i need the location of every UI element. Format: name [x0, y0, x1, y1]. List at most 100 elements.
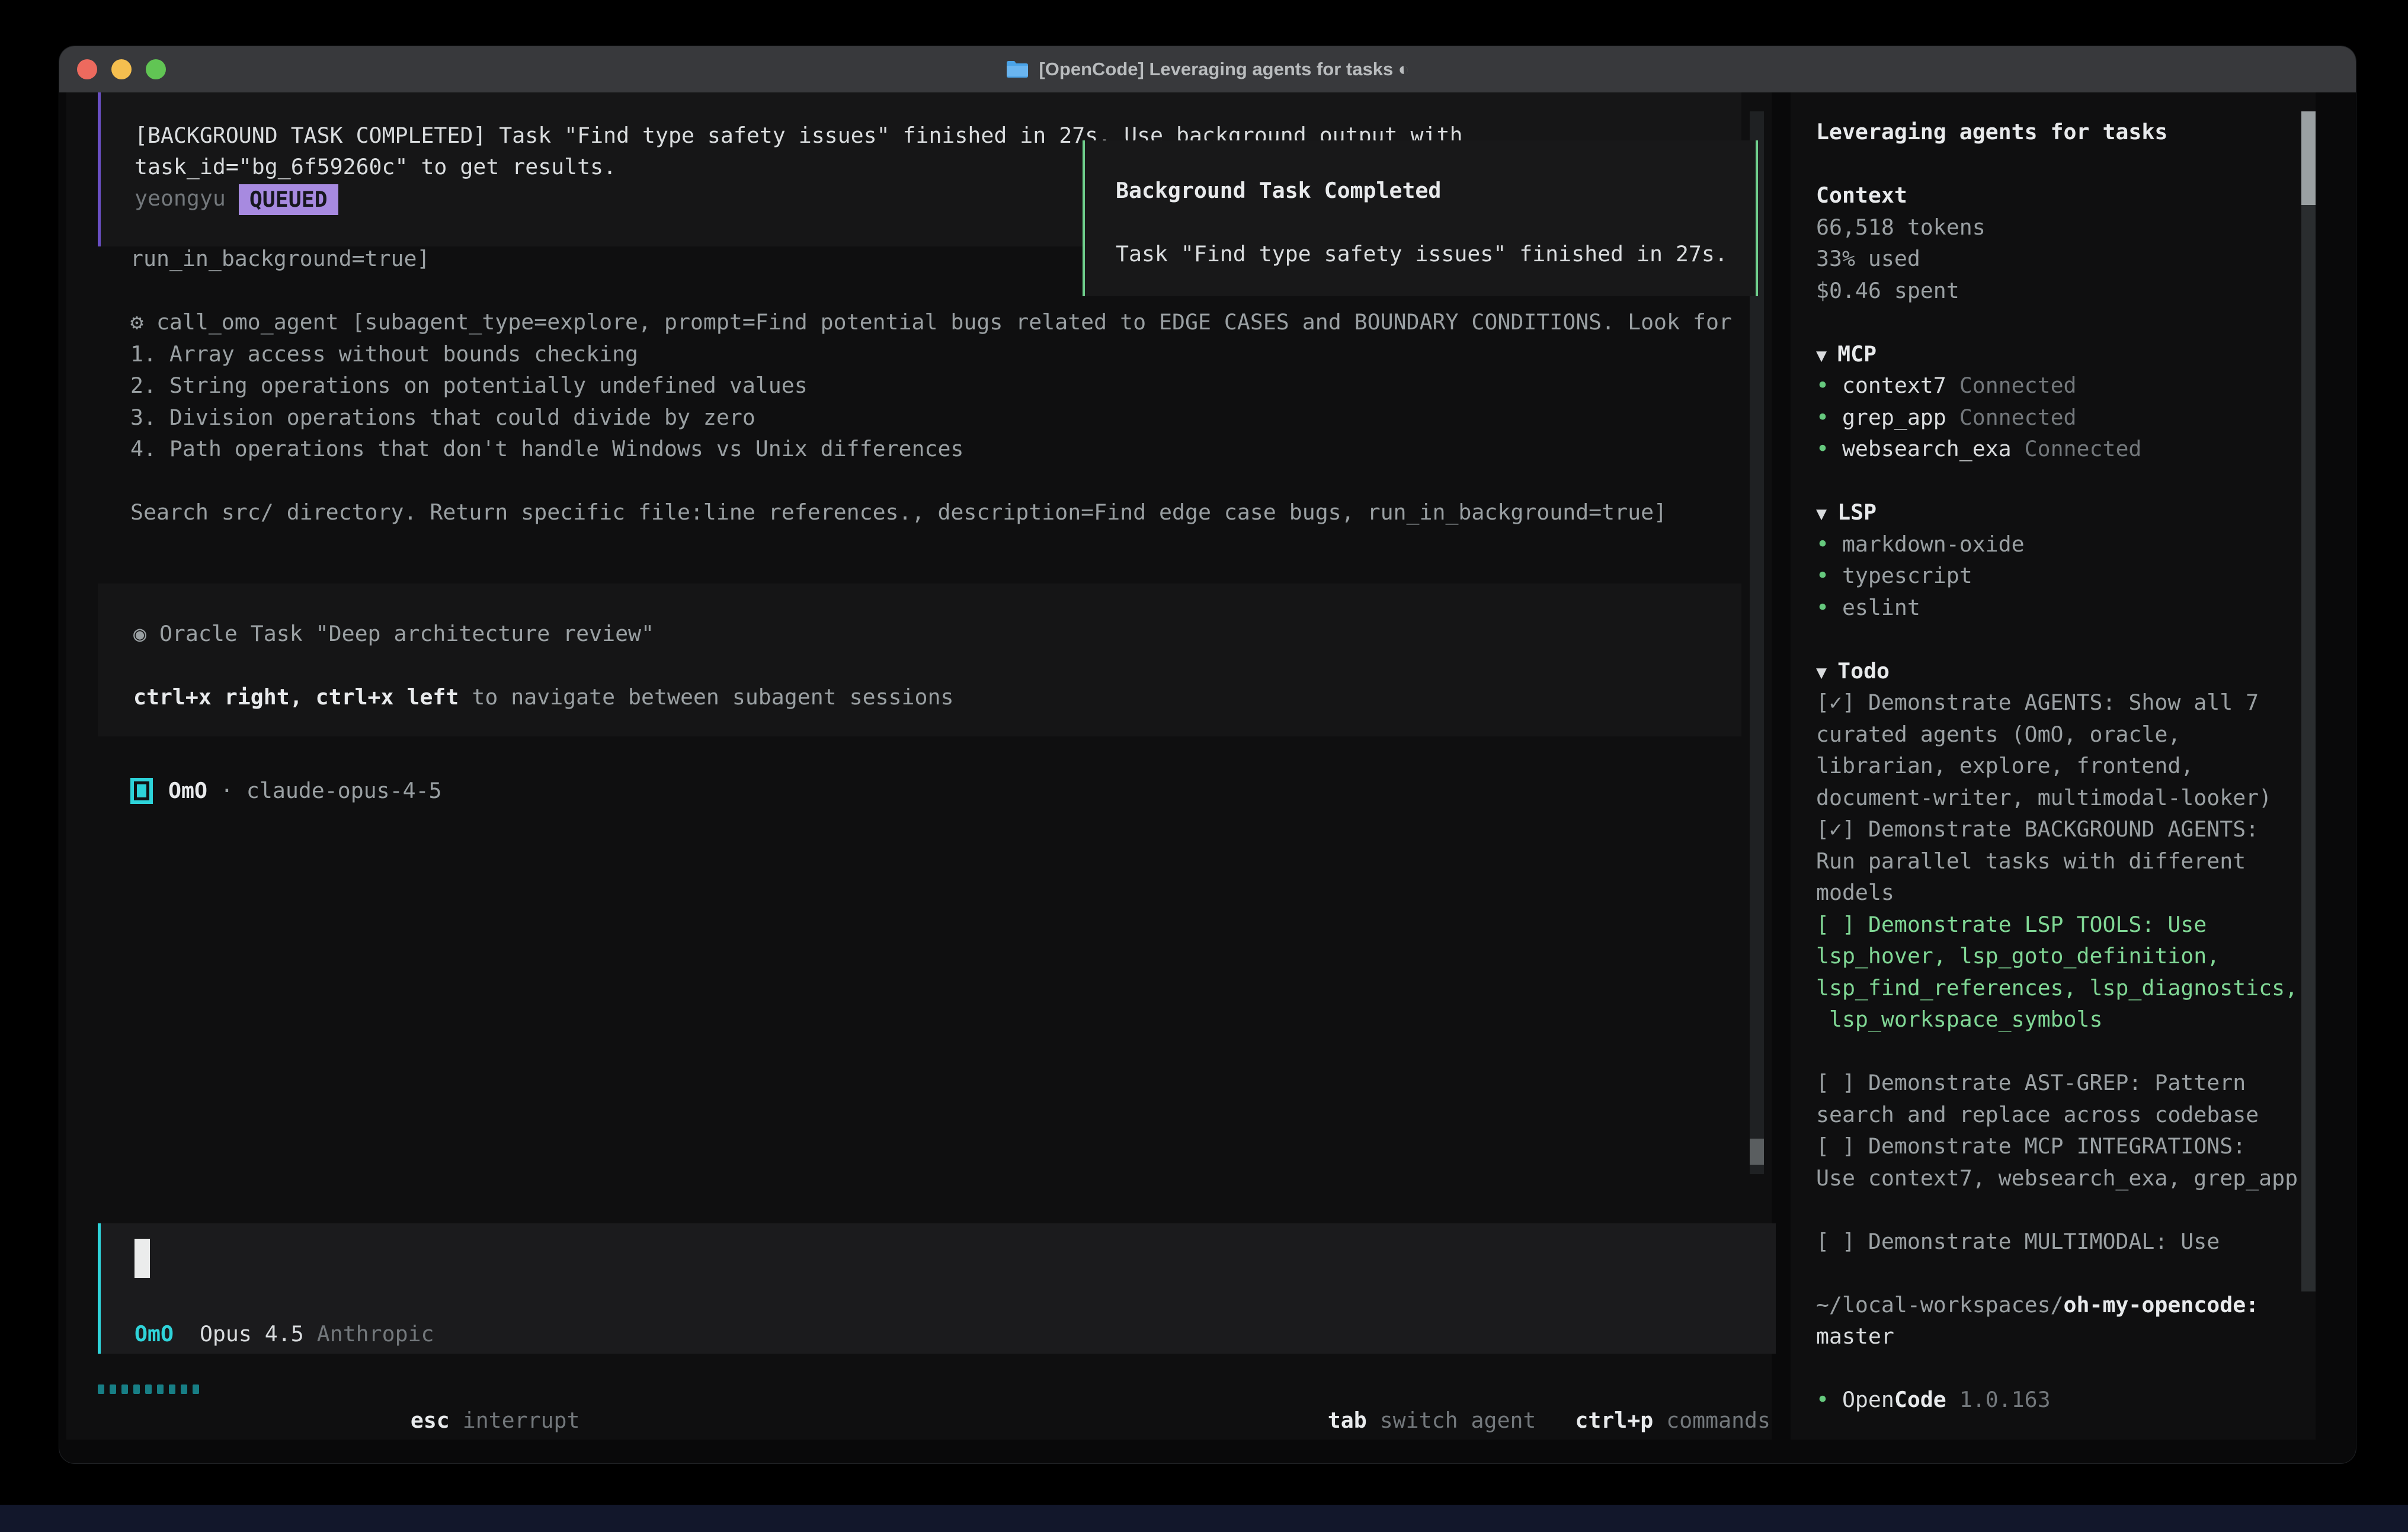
text-segment: context7 — [1842, 373, 1946, 398]
text-segment: Connected — [1946, 373, 2077, 398]
sidebar-line — [1816, 1036, 2297, 1068]
sidebar-line — [1816, 306, 2297, 338]
sidebar-line: [ ] Demonstrate MULTIMODAL: Use — [1816, 1226, 2297, 1258]
text-segment: 4. Path operations that don't handle Win… — [130, 436, 963, 461]
sidebar-line: lsp_hover, lsp_goto_definition, — [1816, 940, 2297, 972]
sidebar-line: • context7 Connected — [1816, 370, 2297, 402]
sidebar-line: • typescript — [1816, 560, 2297, 592]
collapse-triangle-icon: ▼ — [1816, 345, 1837, 366]
text-segment: [✓] Demonstrate AGENTS: Show all 7 — [1816, 690, 2259, 715]
text-segment: 2. String operations on potentially unde… — [130, 373, 808, 398]
text-segment: ctrl+x right, ctrl+x left — [133, 684, 459, 710]
activity-spinner-icon — [98, 1373, 199, 1405]
sidebar-line: [ ] Demonstrate MCP INTEGRATIONS: — [1816, 1130, 2297, 1162]
status-dot-icon: • — [1816, 563, 1842, 588]
tab-key-hint: tab — [1328, 1408, 1367, 1433]
sidebar-line: models — [1816, 877, 2297, 909]
sidebar-line: ~/local-workspaces/oh-my-opencode: — [1816, 1289, 2297, 1321]
omo-agent-icon — [130, 778, 153, 804]
text-segment: document-writer, multimodal-looker) — [1816, 785, 2272, 810]
text-segment: librarian, explore, frontend, — [1816, 753, 2194, 778]
terminal-line: ⚙ call_omo_agent [subagent_type=explore,… — [130, 306, 1732, 338]
spinner-dot — [145, 1384, 152, 1394]
sidebar-line: Leveraging agents for tasks — [1816, 116, 2297, 148]
status-dot-icon: • — [1816, 1387, 1842, 1412]
text-segment: Code — [1894, 1387, 1946, 1412]
text-segment: Connected — [1946, 405, 2077, 430]
status-dot-icon: • — [1816, 373, 1842, 398]
sidebar-line: [✓] Demonstrate BACKGROUND AGENTS: — [1816, 813, 2297, 845]
oracle-box-line: ctrl+x right, ctrl+x left to navigate be… — [133, 681, 1741, 713]
close-button[interactable] — [77, 59, 97, 79]
sidebar-line: document-writer, multimodal-looker) — [1816, 782, 2297, 814]
text-segment: 33% used — [1816, 246, 1920, 271]
tab-key-label: switch agent — [1367, 1408, 1536, 1433]
collapse-triangle-icon: ▼ — [1816, 504, 1837, 524]
text-segment: Connected — [2012, 436, 2142, 461]
oracle-task-box: ◉ Oracle Task "Deep architecture review"… — [98, 584, 1741, 736]
text-segment: 66,518 tokens — [1816, 214, 1986, 240]
sidebar-line — [1816, 1257, 2297, 1289]
text-segment: [ ] Demonstrate LSP TOOLS: Use — [1816, 912, 2207, 937]
collapse-triangle-icon: ▼ — [1816, 662, 1837, 683]
sidebar-line: • OpenCode 1.0.163 — [1816, 1384, 2297, 1416]
main-scrollbar-thumb[interactable] — [1750, 1139, 1764, 1165]
sidebar-line: curated agents (OmO, oracle, — [1816, 719, 2297, 751]
terminal-line: 1. Array access without bounds checking — [130, 338, 1732, 370]
text-segment: lsp_find_references, lsp_diagnostics, — [1816, 975, 2298, 1001]
text-segment: Todo — [1837, 658, 1890, 684]
sidebar-scrollbar-thumb[interactable] — [2301, 111, 2316, 205]
subagent-session-header[interactable]: OmO · claude-opus-4-5 — [130, 775, 442, 807]
sidebar-content: Leveraging agents for tasks Context 66,5… — [1816, 116, 2297, 1416]
sidebar-line: ▼ MCP — [1816, 338, 2297, 370]
text-segment: LSP — [1837, 499, 1877, 525]
titlebar[interactable]: [OpenCode] Leveraging agents for tasks ◐ — [59, 46, 2356, 92]
esc-key-label: interrupt — [450, 1408, 580, 1433]
spinner-dot — [133, 1384, 140, 1394]
sidebar-line — [1816, 1194, 2297, 1226]
sidebar-line: lsp_find_references, lsp_diagnostics, — [1816, 972, 2297, 1004]
spinner-dot — [121, 1384, 128, 1394]
sidebar-line: [ ] Demonstrate AST-GREP: Pattern — [1816, 1067, 2297, 1099]
sidebar-line — [1816, 1352, 2297, 1384]
sidebar-line: search and replace across codebase — [1816, 1099, 2297, 1131]
text-segment: search and replace across codebase — [1816, 1102, 2259, 1127]
text-segment: [ ] Demonstrate MCP INTEGRATIONS: — [1816, 1133, 2246, 1159]
sidebar-line: [ ] Demonstrate LSP TOOLS: Use — [1816, 909, 2297, 941]
text-segment: [ ] Demonstrate AST-GREP: Pattern — [1816, 1070, 2246, 1095]
input-agent-label: OmO — [135, 1318, 174, 1350]
text-segment: yeongyu — [135, 185, 239, 211]
zoom-button[interactable] — [146, 59, 166, 79]
spinner-dot — [157, 1384, 164, 1394]
sidebar-line: • grep_app Connected — [1816, 402, 2297, 434]
text-segment: grep_app — [1842, 405, 1946, 430]
text-segment: run_in_background=true] — [130, 246, 430, 271]
minimize-button[interactable] — [111, 59, 132, 79]
sidebar-line: 33% used — [1816, 243, 2297, 275]
text-segment: curated agents (OmO, oracle, — [1816, 722, 2180, 747]
prompt-input[interactable]: OmOOpus 4.5Anthropic — [98, 1223, 1776, 1354]
text-segment: master — [1816, 1323, 1894, 1349]
text-segment: task_id="bg_6f59260c" to get results. — [135, 154, 616, 180]
input-model-label: Opus 4.5 — [200, 1318, 304, 1350]
text-segment: markdown-oxide — [1842, 531, 2025, 557]
text-segment: Oracle Task "Deep architecture review" — [159, 621, 654, 646]
sidebar-line: • eslint — [1816, 592, 2297, 624]
sidebar-scrollbar[interactable] — [2301, 111, 2316, 1291]
terminal-main-panel: 3. File handles or streams not closed 4.… — [66, 92, 1772, 1440]
dot-separator: · — [220, 778, 233, 803]
commands-key-hint: ctrl+p — [1575, 1408, 1653, 1433]
text-segment: Open — [1842, 1387, 1894, 1412]
terminal-line — [130, 465, 1732, 497]
gear-icon: ⚙ — [130, 309, 156, 335]
spinner-dot — [98, 1384, 104, 1394]
text-segment: $0.46 spent — [1816, 278, 1959, 303]
text-segment: MCP — [1837, 341, 1877, 367]
sidebar-line — [1816, 465, 2297, 497]
session-sidebar: Leveraging agents for tasks Context 66,5… — [1791, 92, 2316, 1440]
sidebar-line: 66,518 tokens — [1816, 211, 2297, 243]
text-segment: Use context7, websearch_exa, grep_app — [1816, 1165, 2298, 1191]
text-segment: Leveraging agents for tasks — [1816, 119, 2167, 145]
text-segment: to navigate between subagent sessions — [459, 684, 953, 710]
text-segment: call_omo_agent [subagent_type=explore, p… — [156, 309, 1732, 335]
